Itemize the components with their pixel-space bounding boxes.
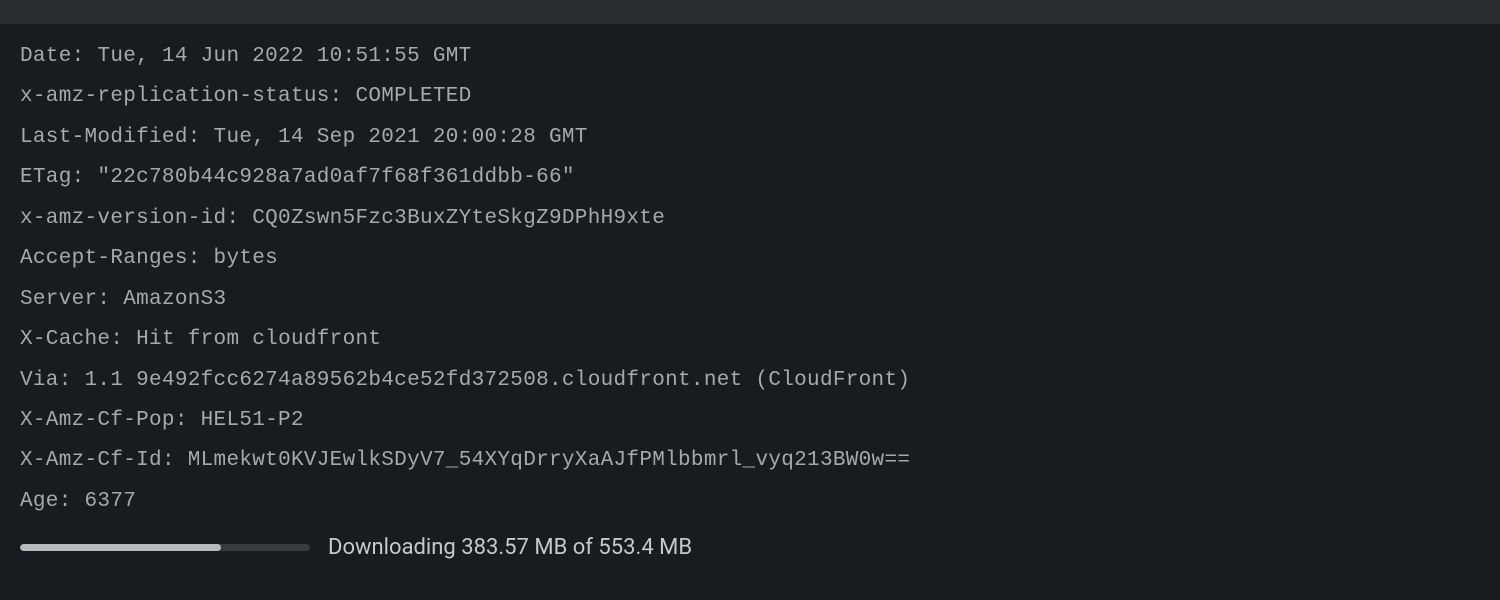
- progress-text: Downloading 383.57 MB of 553.4 MB: [328, 535, 692, 560]
- progress-bar: [20, 544, 310, 551]
- header-key: x-amz-version-id: [20, 207, 226, 230]
- header-key: Date: [20, 45, 72, 68]
- header-line: Age: 6377: [20, 487, 1480, 517]
- header-line: ETag: "22c780b44c928a7ad0af7f68f361ddbb-…: [20, 163, 1480, 193]
- terminal-output: Date: Tue, 14 Jun 2022 10:51:55 GMT x-amz…: [0, 24, 1500, 560]
- header-key: ETag: [20, 166, 72, 189]
- http-headers-block: Date: Tue, 14 Jun 2022 10:51:55 GMT x-amz…: [20, 42, 1480, 517]
- header-key: Last-Modified: [20, 126, 188, 149]
- header-key: x-amz-replication-status: [20, 85, 330, 108]
- header-key: Accept-Ranges: [20, 247, 188, 270]
- header-value: 1.1 9e492fcc6274a89562b4ce52fd372508.clo…: [85, 369, 911, 392]
- header-line: Date: Tue, 14 Jun 2022 10:51:55 GMT: [20, 42, 1480, 72]
- header-value: CQ0Zswn5Fzc3BuxZYteSkgZ9DPhH9xte: [252, 207, 665, 230]
- header-line: X-Amz-Cf-Id: MLmekwt0KVJEwlkSDyV7_54XYqD…: [20, 446, 1480, 476]
- progress-label-of: of: [573, 535, 593, 560]
- header-line: x-amz-replication-status: COMPLETED: [20, 82, 1480, 112]
- header-line: Last-Modified: Tue, 14 Sep 2021 20:00:28…: [20, 123, 1480, 153]
- header-key: X-Cache: [20, 328, 110, 351]
- header-key: Server: [20, 288, 97, 311]
- progress-unit: MB: [534, 535, 567, 560]
- header-value: HEL51-P2: [201, 409, 304, 432]
- header-value: bytes: [214, 247, 279, 270]
- header-line: Server: AmazonS3: [20, 285, 1480, 315]
- header-line: X-Amz-Cf-Pop: HEL51-P2: [20, 406, 1480, 436]
- header-value: AmazonS3: [123, 288, 226, 311]
- progress-downloaded: 383.57: [461, 535, 529, 560]
- header-value: 6377: [85, 490, 137, 513]
- header-line: Accept-Ranges: bytes: [20, 244, 1480, 274]
- progress-total: 553.4: [598, 535, 653, 560]
- header-key: Age: [20, 490, 59, 513]
- header-key: Via: [20, 369, 59, 392]
- header-key: X-Amz-Cf-Pop: [20, 409, 175, 432]
- progress-bar-fill: [20, 544, 221, 551]
- progress-label-prefix: Downloading: [328, 535, 456, 560]
- header-value: Hit from cloudfront: [136, 328, 381, 351]
- header-line: Via: 1.1 9e492fcc6274a89562b4ce52fd37250…: [20, 366, 1480, 396]
- header-value: Tue, 14 Jun 2022 10:51:55 GMT: [97, 45, 471, 68]
- header-key: X-Amz-Cf-Id: [20, 449, 162, 472]
- header-value: COMPLETED: [355, 85, 471, 108]
- header-value: Tue, 14 Sep 2021 20:00:28 GMT: [214, 126, 588, 149]
- progress-unit-total: MB: [659, 535, 692, 560]
- header-value: "22c780b44c928a7ad0af7f68f361ddbb-66": [97, 166, 574, 189]
- header-value: MLmekwt0KVJEwlkSDyV7_54XYqDrryXaAJfPMlbb…: [188, 449, 911, 472]
- download-progress-row: Downloading 383.57 MB of 553.4 MB: [20, 535, 1480, 560]
- header-line: X-Cache: Hit from cloudfront: [20, 325, 1480, 355]
- header-line: x-amz-version-id: CQ0Zswn5Fzc3BuxZYteSkg…: [20, 204, 1480, 234]
- window-titlebar: [0, 0, 1500, 24]
